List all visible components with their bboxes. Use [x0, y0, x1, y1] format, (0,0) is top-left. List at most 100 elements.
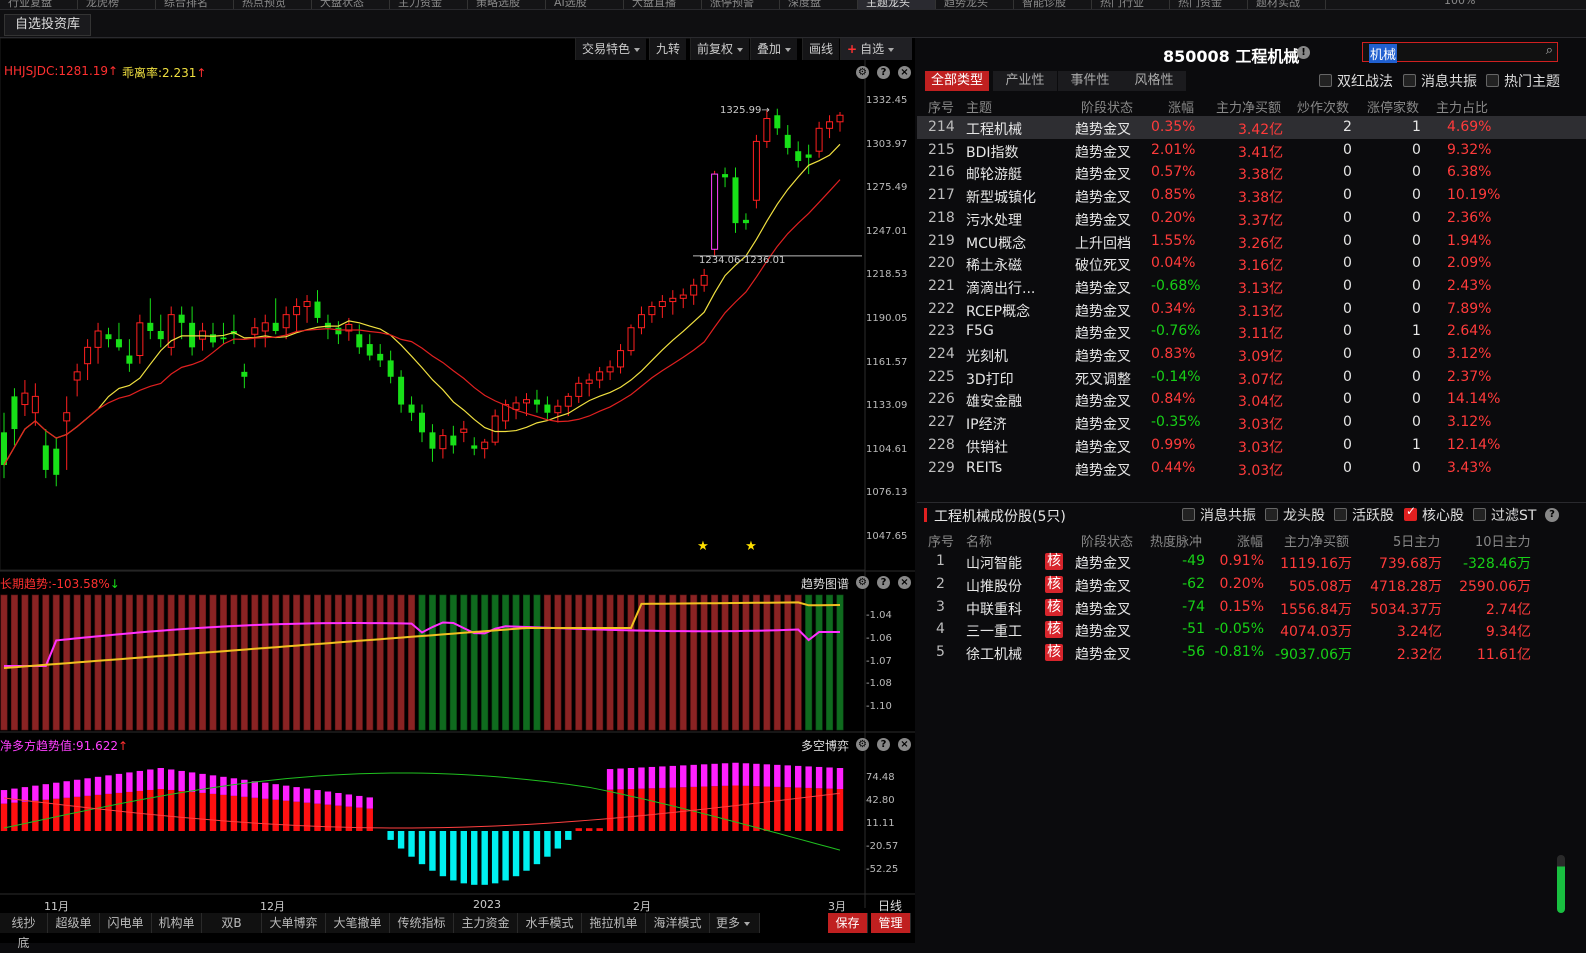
column-header[interactable]: 主力净买额	[1284, 531, 1349, 550]
manage-button[interactable]: 管理	[871, 913, 911, 933]
checkbox[interactable]	[1319, 74, 1332, 87]
top-tab[interactable]: 主力资金	[390, 0, 468, 9]
theme-row[interactable]: 220 稀土永磁 破位死叉 0.04% 3.16亿 0 0 2.09%	[917, 252, 1586, 275]
period-label[interactable]: 日线	[878, 897, 902, 914]
bottom-tab[interactable]: 传统指标	[390, 913, 454, 933]
column-header[interactable]: 序号	[928, 97, 954, 116]
add-watchlist-button[interactable]: + 自选	[840, 38, 912, 60]
help-icon[interactable]: ?	[877, 66, 890, 79]
theme-row[interactable]: 227 IP经济 趋势金叉 -0.35% 3.03亿 0 0 3.12%	[917, 411, 1586, 434]
settings-icon[interactable]: ⚙	[856, 576, 869, 589]
stock-row[interactable]: 2 山推股份 核趋势金叉 -62 0.20% 505.08万 4718.28万 2590.06…	[917, 573, 1586, 596]
column-header[interactable]: 涨幅	[1237, 531, 1263, 550]
checkbox[interactable]	[1265, 508, 1278, 521]
checkbox[interactable]	[1182, 508, 1195, 521]
top-tab[interactable]: 大盘直播	[624, 0, 702, 9]
help-icon[interactable]: ?	[1545, 508, 1559, 522]
theme-row[interactable]: 217 新型城镇化 趋势金叉 0.85% 3.38亿 0 0 10.19%	[917, 184, 1586, 207]
filter-tab[interactable]: 产业性	[993, 71, 1057, 91]
top-tab[interactable]: 龙虎榜	[78, 0, 156, 9]
column-header[interactable]: 名称	[966, 531, 992, 550]
theme-row[interactable]: 229 REITs 趋势金叉 0.44% 3.03亿 0 0 3.43%	[917, 457, 1586, 480]
top-tab[interactable]: 热点预览	[234, 0, 312, 9]
top-tab[interactable]: 趋势龙头	[936, 0, 1014, 9]
theme-row[interactable]: 215 BDI指数 趋势金叉 2.01% 3.41亿 0 0 9.32%	[917, 139, 1586, 162]
column-header[interactable]: 主题	[966, 97, 992, 116]
tab-watchlist-library[interactable]: 自选投资库	[4, 14, 92, 36]
toolbar-item[interactable]: 叠加	[750, 38, 798, 60]
stock-row[interactable]: 1 山河智能 核趋势金叉 -49 0.91% 1119.16万 739.68万 -328.46…	[917, 550, 1586, 573]
checkbox[interactable]	[1473, 508, 1486, 521]
scroll-indicator[interactable]	[1557, 855, 1565, 913]
bottom-tab[interactable]: 超级单	[48, 913, 100, 933]
settings-icon[interactable]: ⚙	[856, 66, 869, 79]
bottom-tab[interactable]: 线抄底	[0, 913, 48, 950]
chart-canvas[interactable]: ★ ★	[0, 38, 915, 943]
top-tab[interactable]: 行业复盘	[0, 0, 78, 9]
bottom-tab[interactable]: 大单博弈	[262, 913, 326, 933]
bottom-tab[interactable]: 拖拉机单	[582, 913, 646, 933]
top-tab[interactable]: AI选股	[546, 0, 624, 9]
bottom-tab[interactable]: 水手模式	[518, 913, 582, 933]
theme-row[interactable]: 223 F5G 趋势金叉 -0.76% 3.11亿 0 1 2.64%	[917, 320, 1586, 343]
stock-row[interactable]: 3 中联重科 核趋势金叉 -74 0.15% 1556.84万 5034.37万 2.74亿	[917, 596, 1586, 619]
column-header[interactable]: 涨停家数	[1367, 97, 1419, 116]
search-input[interactable]: 机械	[1369, 44, 1398, 63]
more-button[interactable]: 更多	[710, 913, 760, 933]
bottom-tab[interactable]: 主力资金	[454, 913, 518, 933]
theme-row[interactable]: 221 滴滴出行... 趋势金叉 -0.68% 3.13亿 0 0 2.43%	[917, 275, 1586, 298]
column-header[interactable]: 主力占比	[1436, 97, 1488, 116]
column-header[interactable]: 阶段状态	[1081, 97, 1133, 116]
top-tab[interactable]: 主题龙头	[858, 0, 936, 9]
top-tab[interactable]: 深度盘	[780, 0, 858, 9]
theme-row[interactable]: 214 工程机械 趋势金叉 0.35% 3.42亿 2 1 4.69%	[917, 116, 1586, 139]
column-header[interactable]: 炒作次数	[1297, 97, 1349, 116]
filter-tab[interactable]: 事件性	[1058, 71, 1122, 91]
column-header[interactable]: 5日主力	[1393, 531, 1440, 550]
theme-row[interactable]: 219 MCU概念 上升回档 1.55% 3.26亿 0 0 1.94%	[917, 230, 1586, 253]
theme-row[interactable]: 225 3D打印 死叉调整 -0.14% 3.07亿 0 0 2.37%	[917, 366, 1586, 389]
settings-icon[interactable]: ⚙	[856, 738, 869, 751]
theme-row[interactable]: 218 污水处理 趋势金叉 0.20% 3.37亿 0 0 2.36%	[917, 207, 1586, 230]
close-icon[interactable]: ×	[898, 66, 911, 79]
top-tab[interactable]: 综合排名	[156, 0, 234, 9]
bottom-tab[interactable]: 闪电单	[100, 913, 152, 933]
bottom-tab[interactable]: 海洋模式	[646, 913, 710, 933]
column-header[interactable]: 热度脉冲	[1150, 531, 1202, 550]
theme-row[interactable]: 216 邮轮游艇 趋势金叉 0.57% 3.38亿 0 0 6.38%	[917, 161, 1586, 184]
checkbox[interactable]	[1334, 508, 1347, 521]
column-header[interactable]: 10日主力	[1475, 531, 1531, 550]
theme-row[interactable]: 224 光刻机 趋势金叉 0.83% 3.09亿 0 0 3.12%	[917, 343, 1586, 366]
toolbar-item[interactable]: 交易特色	[575, 38, 647, 60]
search-icon[interactable]: ⌕	[1546, 43, 1553, 58]
info-icon[interactable]: !	[1297, 46, 1310, 59]
column-header[interactable]: 阶段状态	[1081, 531, 1133, 550]
filter-tab[interactable]: 风格性	[1122, 71, 1186, 91]
column-header[interactable]: 序号	[928, 531, 954, 550]
top-tab[interactable]: 策略选股	[468, 0, 546, 9]
checkbox[interactable]	[1403, 74, 1416, 87]
help-icon[interactable]: ?	[877, 738, 890, 751]
toolbar-item[interactable]: 九转	[649, 38, 687, 60]
top-tab[interactable]: 智能诊股	[1014, 0, 1092, 9]
theme-row[interactable]: 222 RCEP概念 趋势金叉 0.34% 3.13亿 0 0 7.89%	[917, 298, 1586, 321]
column-header[interactable]: 涨幅	[1168, 97, 1194, 116]
close-icon[interactable]: ×	[898, 738, 911, 751]
top-tab[interactable]: 大盘状态	[312, 0, 390, 9]
toolbar-item[interactable]: 前复权	[690, 38, 750, 60]
stock-row[interactable]: 4 三一重工 核趋势金叉 -51 -0.05% 4074.03万 3.24亿 9.34亿	[917, 618, 1586, 641]
checkbox[interactable]	[1486, 74, 1499, 87]
bottom-tab[interactable]: 大笔撤单	[326, 913, 390, 933]
bottom-tab[interactable]: 机构单	[152, 913, 202, 933]
filter-tab[interactable]: 全部类型	[925, 71, 989, 91]
top-tab[interactable]: 涨停预警	[702, 0, 780, 9]
column-header[interactable]: 主力净买额	[1216, 97, 1281, 116]
theme-row[interactable]: 226 雄安金融 趋势金叉 0.84% 3.04亿 0 0 14.14%	[917, 388, 1586, 411]
theme-row[interactable]: 228 供销社 趋势金叉 0.99% 3.03亿 0 1 12.14%	[917, 434, 1586, 457]
top-tab[interactable]: 题材实战	[1248, 0, 1326, 9]
help-icon[interactable]: ?	[877, 576, 890, 589]
save-button[interactable]: 保存	[828, 913, 868, 933]
bottom-tab[interactable]: 双B	[202, 913, 262, 933]
top-tab[interactable]: 热门资金	[1170, 0, 1248, 9]
search-box[interactable]: 机械 ⌕	[1362, 42, 1558, 63]
